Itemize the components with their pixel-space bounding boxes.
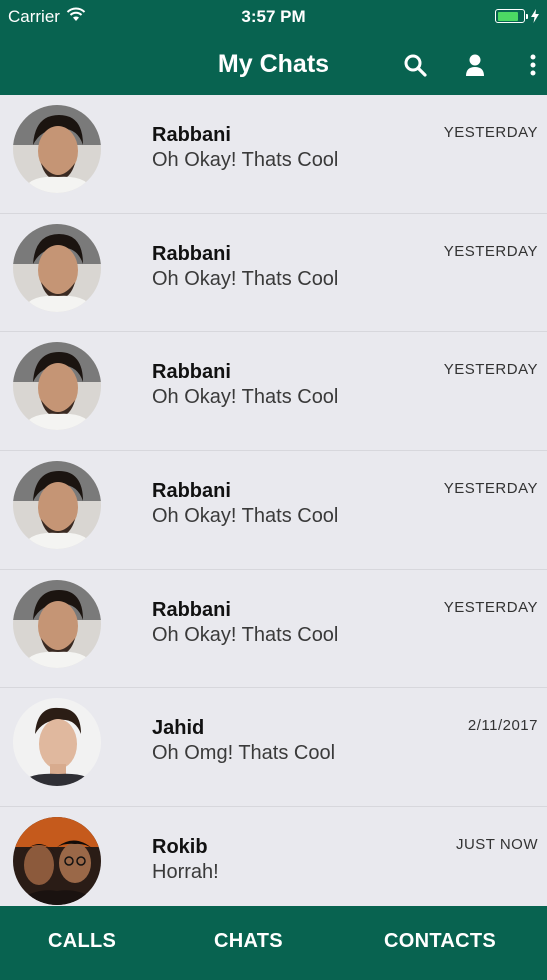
- chat-row[interactable]: Jahid Oh Omg! Thats Cool 2/11/2017: [0, 688, 547, 808]
- search-button[interactable]: [401, 51, 429, 79]
- more-vertical-icon: [530, 54, 536, 76]
- contact-name: Jahid: [152, 717, 205, 740]
- chat-row[interactable]: Rabbani Oh Okay! Thats Cool YESTERDAY: [0, 451, 547, 570]
- status-bar: Carrier 3:57 PM: [0, 0, 547, 34]
- tab-calls[interactable]: CALLS: [48, 930, 116, 953]
- message-time: YESTERDAY: [443, 480, 538, 498]
- contact-name: Rabbani: [152, 480, 231, 503]
- contact-name: Rabbani: [152, 124, 231, 146]
- last-message: Horrah!: [152, 861, 219, 884]
- battery-charging-icon: [495, 9, 525, 23]
- last-message: Oh Okay! Thats Cool: [152, 505, 339, 528]
- contact-name: Rokib: [152, 836, 208, 859]
- person-photo-icon: [13, 698, 101, 787]
- avatar: [13, 105, 101, 193]
- search-icon: [404, 54, 427, 77]
- contact-name: Rabbani: [152, 242, 231, 265]
- chat-row[interactable]: Rabbani Oh Okay! Thats Cool YESTERDAY: [0, 213, 547, 333]
- message-time: YESTERDAY: [443, 242, 538, 260]
- last-message: Oh Okay! Thats Cool: [152, 623, 339, 646]
- person-photo-icon: [13, 105, 101, 193]
- person-photo-icon: [13, 342, 101, 431]
- tab-contacts[interactable]: CONTACTS: [384, 930, 496, 953]
- message-time: YESTERDAY: [443, 598, 538, 616]
- message-time: 2/11/2017: [467, 717, 538, 735]
- chat-row[interactable]: Rokib Horrah! JUST NOW: [0, 807, 547, 906]
- avatar: [13, 698, 101, 787]
- person-photo-icon: [13, 223, 101, 312]
- last-message: Oh Okay! Thats Cool: [152, 386, 339, 409]
- battery-indicator: [495, 9, 539, 23]
- last-message: Oh Okay! Thats Cool: [152, 267, 339, 290]
- user-icon: [466, 54, 484, 76]
- chat-row[interactable]: Rabbani Oh Okay! Thats Cool YESTERDAY: [0, 95, 547, 214]
- avatar: [13, 342, 101, 431]
- profile-button[interactable]: [461, 51, 489, 79]
- message-time: JUST NOW: [455, 836, 538, 854]
- avatar: [13, 579, 101, 668]
- person-photo-icon: [13, 461, 101, 550]
- message-time: YESTERDAY: [443, 124, 538, 141]
- header: My Chats: [0, 34, 547, 95]
- tab-chats[interactable]: CHATS: [214, 930, 283, 953]
- avatar: [13, 223, 101, 312]
- chat-row[interactable]: Rabbani Oh Okay! Thats Cool YESTERDAY: [0, 569, 547, 689]
- bolt-icon: [531, 9, 539, 23]
- person-photo-icon: [13, 579, 101, 668]
- last-message: Oh Omg! Thats Cool: [152, 742, 336, 765]
- more-button[interactable]: [519, 51, 547, 79]
- status-time: 3:57 PM: [241, 7, 306, 26]
- chat-list: Rabbani Oh Okay! Thats Cool YESTERDAY Ra…: [0, 95, 547, 906]
- avatar: [13, 817, 101, 906]
- contact-name: Rabbani: [152, 598, 231, 621]
- bottom-tab-bar: CALLS CHATS CONTACTS: [0, 906, 547, 980]
- contact-name: Rabbani: [152, 361, 231, 384]
- message-time: YESTERDAY: [443, 361, 538, 379]
- person-photo-icon: [13, 817, 101, 906]
- avatar: [13, 461, 101, 550]
- chat-row[interactable]: Rabbani Oh Okay! Thats Cool YESTERDAY: [0, 332, 547, 452]
- last-message: Oh Okay! Thats Cool: [152, 149, 339, 171]
